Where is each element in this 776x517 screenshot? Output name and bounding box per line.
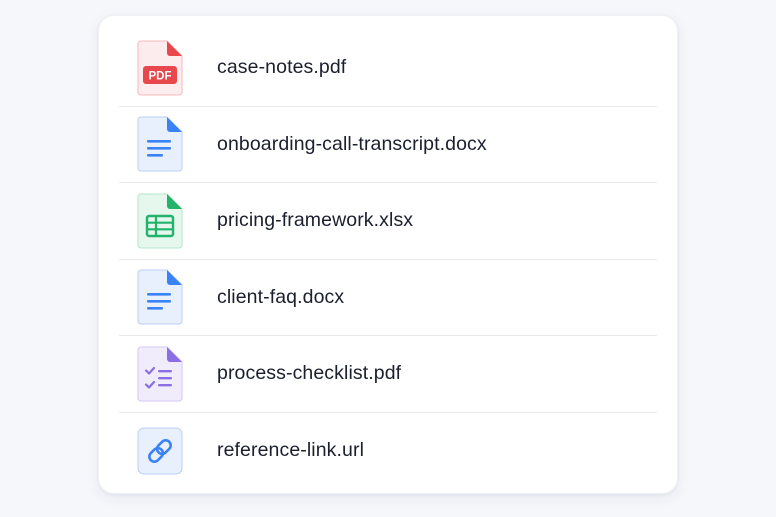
file-row-onboarding-call-transcript[interactable]: onboarding-call-transcript.docx — [119, 107, 657, 183]
pdf-file-icon: PDF — [136, 40, 184, 96]
file-name: onboarding-call-transcript.docx — [217, 132, 487, 155]
spreadsheet-file-icon — [136, 193, 184, 249]
pdf-badge-label: PDF — [149, 70, 172, 82]
checklist-file-icon — [136, 346, 184, 402]
file-name: pricing-framework.xlsx — [217, 209, 414, 232]
file-name: client-faq.docx — [217, 285, 345, 308]
file-name: process-checklist.pdf — [217, 362, 402, 385]
doc-file-icon — [136, 269, 184, 325]
link-icon — [136, 423, 184, 479]
file-list: PDF case-notes.pdf onboarding-call-trans… — [99, 16, 677, 489]
file-name: case-notes.pdf — [217, 56, 347, 79]
file-name: reference-link.url — [217, 439, 365, 462]
file-row-case-notes[interactable]: PDF case-notes.pdf — [119, 30, 657, 107]
file-row-pricing-framework[interactable]: pricing-framework.xlsx — [119, 183, 657, 260]
file-row-client-faq[interactable]: client-faq.docx — [119, 260, 657, 336]
file-row-reference-link[interactable]: reference-link.url — [119, 413, 657, 490]
file-row-process-checklist[interactable]: process-checklist.pdf — [119, 336, 657, 413]
file-list-card: PDF case-notes.pdf onboarding-call-trans… — [98, 15, 678, 494]
doc-file-icon — [136, 116, 184, 172]
